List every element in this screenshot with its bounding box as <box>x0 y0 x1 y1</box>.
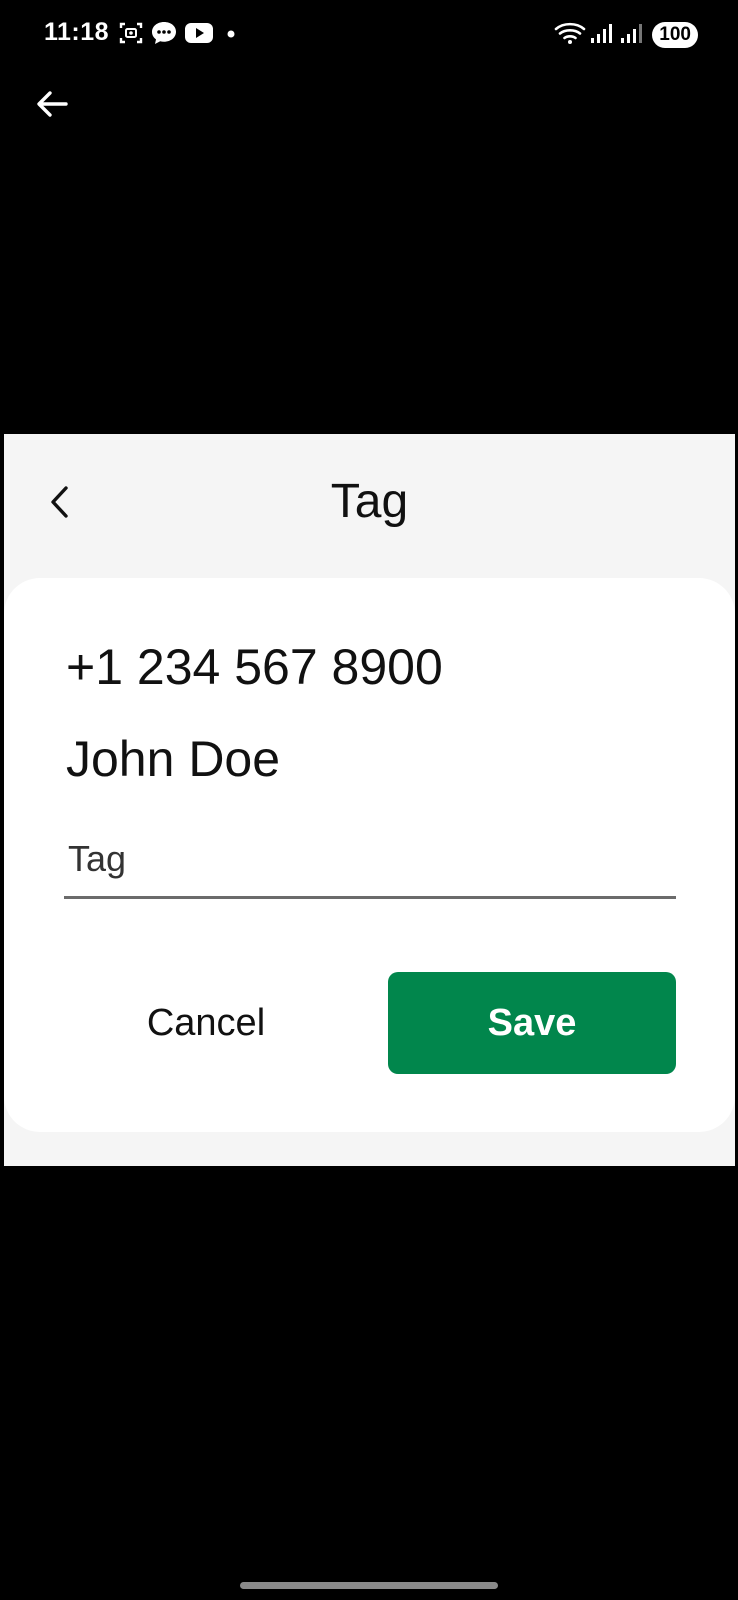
youtube-icon <box>184 21 214 50</box>
dot-icon <box>226 26 236 44</box>
cancel-button[interactable]: Cancel <box>66 972 346 1074</box>
tag-input[interactable] <box>68 834 668 884</box>
contact-name: John Doe <box>66 731 281 787</box>
signal-icon-1 <box>590 22 614 49</box>
tag-card: +1 234 567 8900 John Doe Cancel Save <box>4 578 735 1132</box>
phone-screen: 11:18 100 Tag +1 234 567 8900 John Doe T… <box>0 0 738 1600</box>
signal-icon-2 <box>620 22 644 49</box>
phone-number: +1 234 567 8900 <box>66 639 443 695</box>
battery-icon: 100 <box>652 22 698 48</box>
notification-icons <box>118 20 242 50</box>
gesture-nav-handle[interactable] <box>240 1582 498 1589</box>
status-bar: 11:18 100 <box>0 0 738 72</box>
save-button[interactable]: Save <box>388 972 676 1074</box>
tag-dialog: Tag +1 234 567 8900 John Doe Cancel Save <box>4 434 735 1166</box>
arrow-left-icon <box>35 89 69 124</box>
message-bubble-icon <box>150 20 178 51</box>
system-icons: 100 <box>554 20 698 50</box>
screen-record-icon <box>118 20 144 51</box>
status-time: 11:18 <box>44 18 110 46</box>
back-button[interactable] <box>30 84 74 128</box>
tag-field[interactable] <box>64 824 676 899</box>
dialog-header: Tag <box>4 434 735 574</box>
dialog-title: Tag <box>330 475 409 528</box>
wifi-icon <box>554 21 586 50</box>
